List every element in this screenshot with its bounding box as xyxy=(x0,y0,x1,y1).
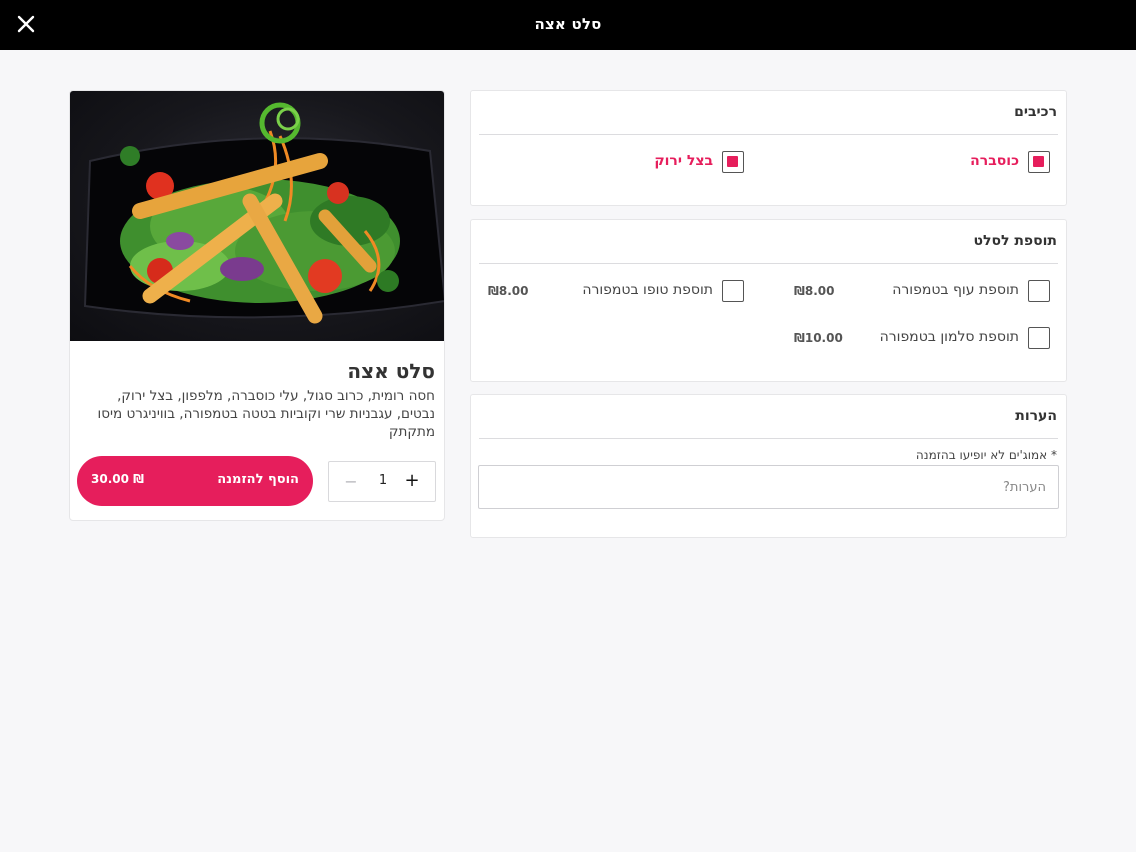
add-to-order-button[interactable]: הוסף להזמנה 30.00 ₪ xyxy=(77,456,313,506)
addon-checkbox-chicken[interactable] xyxy=(1028,280,1050,302)
product-image xyxy=(70,91,444,341)
addon-price-salmon: ₪10.00 xyxy=(794,331,843,345)
ingredient-label-green-onion: בצל ירוק xyxy=(654,153,713,169)
addon-label-chicken: תוספת עוף בטמפורה xyxy=(892,282,1019,298)
notes-hint: * אמוג'ים לא יופיעו בהזמנה xyxy=(915,448,1057,462)
addons-title: תוספת לסלט xyxy=(973,233,1058,249)
divider xyxy=(479,263,1058,264)
addon-price-chicken: ₪8.00 xyxy=(794,284,835,298)
product-card: סלט אצה חסה רומית, כרוב סגול, עלי כוסברה… xyxy=(69,90,445,521)
divider xyxy=(479,438,1058,439)
header-bar: סלט אצה xyxy=(0,0,1136,50)
ingredient-checkbox-cilantro[interactable] xyxy=(1028,151,1050,173)
add-to-order-label: הוסף להזמנה xyxy=(217,472,299,487)
quantity-decrease-button[interactable]: − xyxy=(343,472,359,492)
addons-panel: תוספת לסלט תוספת עוף בטמפורה ₪8.00 תוספת… xyxy=(470,219,1067,382)
quantity-value: 1 xyxy=(378,473,388,488)
addon-checkbox-tofu[interactable] xyxy=(722,280,744,302)
notes-panel: הערות * אמוג'ים לא יופיעו בהזמנה xyxy=(470,394,1067,538)
ingredient-checkbox-green-onion[interactable] xyxy=(722,151,744,173)
add-to-order-price: 30.00 ₪ xyxy=(91,472,144,486)
page-title: סלט אצה xyxy=(534,15,602,33)
notes-input[interactable] xyxy=(478,465,1059,509)
ingredient-label-cilantro: כוסברה xyxy=(970,153,1019,169)
quantity-increase-button[interactable]: + xyxy=(403,470,421,492)
ingredients-title: רכיבים xyxy=(1014,104,1057,120)
divider xyxy=(479,134,1058,135)
addon-label-tofu: תוספת טופו בטמפורה xyxy=(582,282,713,298)
product-description: חסה רומית, כרוב סגול, עלי כוסברה, מלפפון… xyxy=(97,388,435,440)
quantity-stepper: − 1 + xyxy=(328,461,436,502)
addon-label-salmon: תוספת סלמון בטמפורה xyxy=(879,329,1019,345)
addon-price-tofu: ₪8.00 xyxy=(488,284,529,298)
ingredients-panel: רכיבים כוסברה בצל ירוק xyxy=(470,90,1067,206)
product-name: סלט אצה xyxy=(347,359,435,383)
notes-title: הערות xyxy=(1015,408,1057,424)
addon-checkbox-salmon[interactable] xyxy=(1028,327,1050,349)
